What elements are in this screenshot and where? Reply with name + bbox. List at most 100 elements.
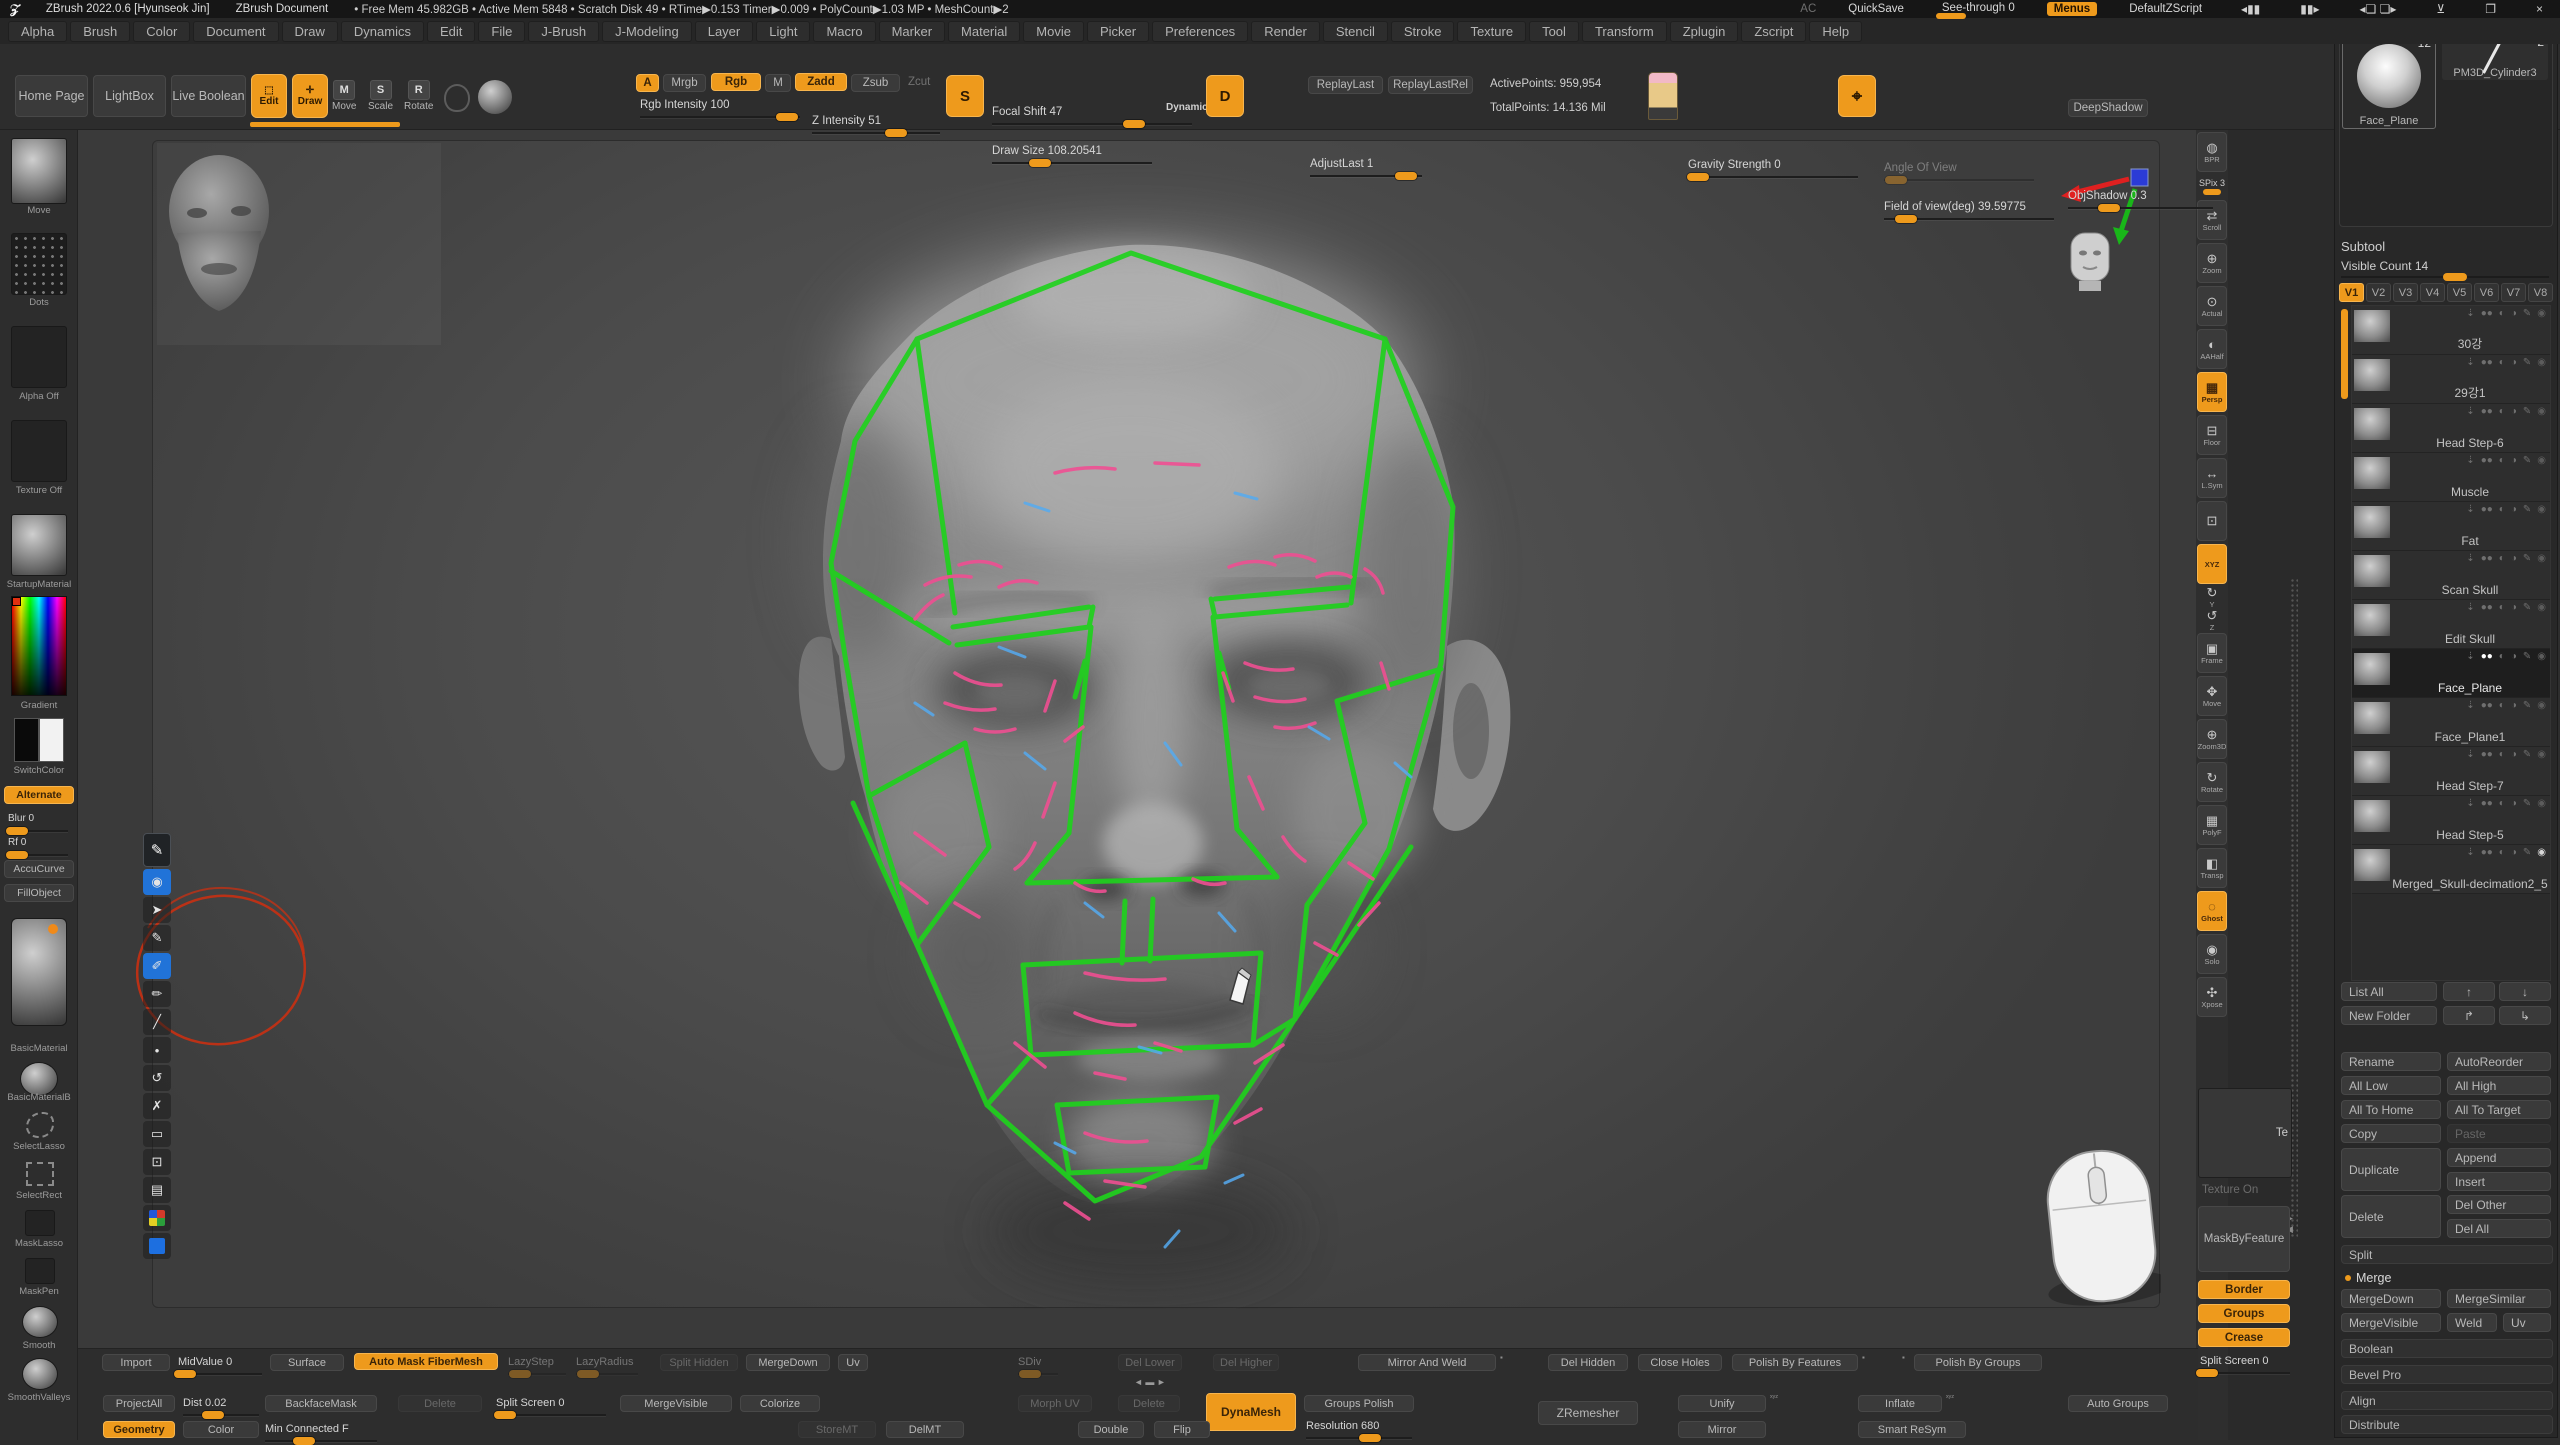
draw-size-slider[interactable]: Draw Size 108.20541	[992, 144, 1152, 158]
delete2-dim-button[interactable]: Delete	[1118, 1395, 1180, 1412]
subtool-item[interactable]: ⇣ ●● ◐ ◑ ✎ ◉ 30강	[2352, 306, 2550, 355]
double-button[interactable]: Double	[1078, 1421, 1144, 1438]
del-higher-button[interactable]: Del Higher	[1213, 1354, 1279, 1371]
zcut-toggle[interactable]: Zcut	[908, 76, 930, 88]
home-page-button[interactable]: Home Page	[15, 75, 88, 117]
polish-groups-dot[interactable]: ▪	[1902, 1353, 1905, 1362]
menu-item[interactable]: Macro	[813, 21, 875, 42]
version-tab[interactable]: V6	[2474, 283, 2499, 302]
brush-icon[interactable]: ✎	[2523, 553, 2531, 564]
shade-icon[interactable]: ◑	[2511, 308, 2517, 319]
uv-icon[interactable]: ◐	[2499, 553, 2505, 564]
window-layout-icon[interactable]: ◂❏ ❏▸	[2353, 2, 2404, 16]
gizmo-sphere-icon[interactable]	[478, 80, 512, 114]
shade-icon[interactable]: ◑	[2511, 847, 2517, 858]
align-section-button[interactable]: Align	[2341, 1391, 2553, 1410]
close-button[interactable]: ×	[2529, 2, 2550, 16]
uv-panel-button[interactable]: Uv	[2503, 1313, 2551, 1332]
uv-icon[interactable]: ◐	[2499, 504, 2505, 515]
menu-item[interactable]: Transform	[1582, 21, 1667, 42]
subtool-item[interactable]: ⇣ ●● ◐ ◑ ✎ ◉ 29강1	[2352, 355, 2550, 404]
edit-button[interactable]: ⬚Edit	[251, 74, 287, 118]
subtool-item[interactable]: ⇣ ●● ◐ ◑ ✎ ◉ Merged_Skull-decimation2_5	[2352, 845, 2550, 894]
polypaint-icon[interactable]: ●●	[2481, 749, 2493, 760]
color-picker[interactable]	[11, 596, 67, 696]
menu-item[interactable]: Preferences	[1152, 21, 1248, 42]
paste-button[interactable]: Paste	[2447, 1124, 2551, 1143]
brush-icon[interactable]: ✎	[2523, 357, 2531, 368]
select-lasso-icon[interactable]	[26, 1112, 54, 1138]
visibility-eye-icon[interactable]: ◉	[2537, 406, 2546, 417]
stroke-s-icon[interactable]: S	[946, 75, 984, 117]
uv-icon[interactable]: ◐	[2499, 700, 2505, 711]
menu-item[interactable]: Light	[756, 21, 810, 42]
brush-icon[interactable]: ✎	[2523, 651, 2531, 662]
projectall-button[interactable]: ProjectAll	[103, 1395, 175, 1412]
shade-icon[interactable]: ◑	[2511, 700, 2517, 711]
subtool-item[interactable]: ⇣ ●● ◐ ◑ ✎ ◉ Head Step-6	[2352, 404, 2550, 453]
basic-materialb-thumbnail[interactable]	[20, 1062, 58, 1096]
xyz-toggle[interactable]: XYZ	[2197, 544, 2227, 584]
divider-left-icon[interactable]: ◂▮▮	[2234, 2, 2267, 16]
shade-icon[interactable]: ◑	[2511, 749, 2517, 760]
polyframe-icon[interactable]: ⇣	[2466, 602, 2474, 613]
midvalue-slider[interactable]: MidValue 0	[178, 1355, 262, 1369]
rotate-button[interactable]: RRotate	[404, 80, 433, 112]
polyframe-icon[interactable]: ⇣	[2466, 700, 2474, 711]
z-intensity-slider[interactable]: Z Intensity 51	[812, 114, 940, 128]
groups-toggle[interactable]: Groups	[2198, 1304, 2290, 1323]
actual-button[interactable]: ⊙ Actual	[2197, 286, 2227, 326]
annot-pencil-icon[interactable]: ✏	[143, 981, 171, 1007]
mirror-button[interactable]: Mirror	[1678, 1421, 1766, 1438]
polypaint-icon[interactable]: ●●	[2481, 406, 2493, 417]
inflate-button[interactable]: Inflate	[1858, 1395, 1942, 1412]
mergesimilar-button[interactable]: MergeSimilar	[2447, 1289, 2551, 1308]
visibility-eye-icon[interactable]: ◉	[2537, 553, 2546, 564]
flip-button[interactable]: Flip	[1154, 1421, 1210, 1438]
subtool-up-button[interactable]: ↑	[2443, 982, 2495, 1001]
version-tab[interactable]: V8	[2528, 283, 2553, 302]
close-holes-button[interactable]: Close Holes	[1638, 1354, 1722, 1371]
smooth-valleys-thumbnail[interactable]	[22, 1358, 58, 1390]
shade-icon[interactable]: ◑	[2511, 406, 2517, 417]
del-hidden-button[interactable]: Del Hidden	[1548, 1354, 1628, 1371]
delmt-button[interactable]: DelMT	[886, 1421, 964, 1438]
menu-item[interactable]: Render	[1251, 21, 1320, 42]
annot-palette-icon[interactable]	[143, 1205, 171, 1231]
bpr-button[interactable]: ◍ BPR	[2197, 132, 2227, 172]
annot-dot-size-icon[interactable]: •	[143, 1037, 171, 1063]
annot-screen-icon[interactable]: ▭	[143, 1121, 171, 1147]
replay-last-button[interactable]: ReplayLast	[1308, 76, 1383, 94]
merge-section-header[interactable]: Merge	[2345, 1271, 2391, 1285]
rgb-intensity-slider[interactable]: Rgb Intensity 100	[640, 98, 800, 112]
brush-icon[interactable]: ✎	[2523, 798, 2531, 809]
insert-button[interactable]: Insert	[2447, 1172, 2551, 1191]
uv-button[interactable]: Uv	[838, 1354, 868, 1371]
annot-marker-icon[interactable]: ✐	[143, 953, 171, 979]
distribute-section-button[interactable]: Distribute	[2341, 1415, 2553, 1434]
rgb-toggle[interactable]: Rgb	[711, 73, 761, 91]
subtool-scroll-indicator[interactable]	[2341, 309, 2348, 399]
all-low-button[interactable]: All Low	[2341, 1076, 2441, 1095]
del-lower-button[interactable]: Del Lower	[1118, 1354, 1182, 1371]
subtool-item[interactable]: ⇣ ●● ◐ ◑ ✎ ◉ Edit Skull	[2352, 600, 2550, 649]
subtool-item[interactable]: ⇣ ●● ◐ ◑ ✎ ◉ Fat	[2352, 502, 2550, 551]
menu-item[interactable]: Texture	[1457, 21, 1526, 42]
subtool-header[interactable]: Subtool	[2341, 239, 2385, 254]
unify-button[interactable]: Unify	[1678, 1395, 1766, 1412]
lazyradius-slider[interactable]: LazyRadius	[576, 1355, 638, 1369]
sdiv-slider[interactable]: SDiv	[1018, 1355, 1058, 1369]
menu-item[interactable]: Stencil	[1323, 21, 1388, 42]
version-tab[interactable]: V5	[2447, 283, 2472, 302]
uv-icon[interactable]: ◐	[2499, 357, 2505, 368]
append-button[interactable]: Append	[2447, 1148, 2551, 1167]
polyframe-icon[interactable]: ⇣	[2466, 406, 2474, 417]
uv-icon[interactable]: ◐	[2499, 847, 2505, 858]
brush-icon[interactable]: ✎	[2523, 847, 2531, 858]
select-rect-icon[interactable]	[26, 1162, 54, 1186]
replay-last-rel-button[interactable]: ReplayLastRel	[1388, 76, 1473, 94]
subtool-item[interactable]: ⇣ ●● ◐ ◑ ✎ ◉ Face_Plane1	[2352, 698, 2550, 747]
polyframe-icon[interactable]: ⇣	[2466, 553, 2474, 564]
shade-icon[interactable]: ◑	[2511, 553, 2517, 564]
uv-icon[interactable]: ◐	[2499, 308, 2505, 319]
